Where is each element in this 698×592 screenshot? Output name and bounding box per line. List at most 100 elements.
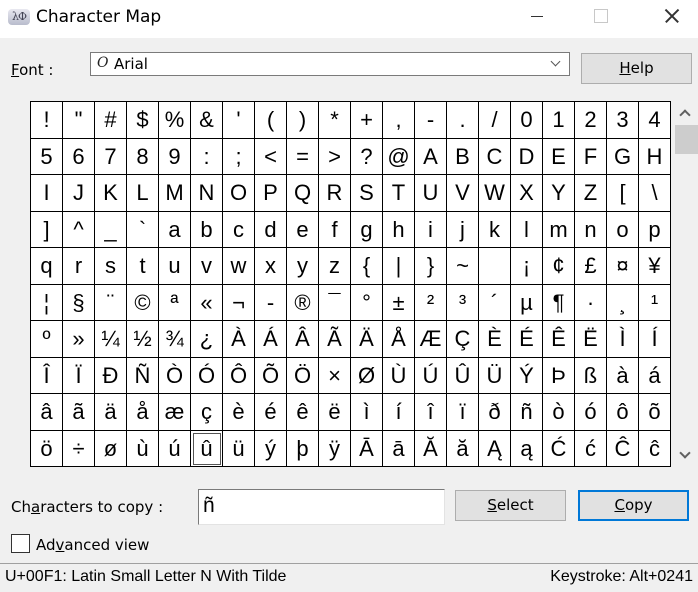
character-cell[interactable]: ¬ — [223, 284, 255, 321]
character-cell[interactable]: n — [575, 211, 607, 248]
character-cell[interactable]: # — [95, 102, 127, 139]
character-cell[interactable]: ! — [31, 102, 63, 139]
character-cell[interactable]: G — [607, 138, 639, 175]
character-cell[interactable]: + — [351, 102, 383, 139]
character-cell[interactable]: \ — [639, 175, 671, 212]
character-cell[interactable]: e — [287, 211, 319, 248]
character-cell[interactable]: U — [415, 175, 447, 212]
character-cell[interactable]: f — [319, 211, 351, 248]
character-cell[interactable]: m — [543, 211, 575, 248]
character-cell[interactable]: ^ — [63, 211, 95, 248]
character-cell[interactable]: « — [191, 284, 223, 321]
character-cell[interactable]: ¢ — [543, 248, 575, 285]
character-cell[interactable]: ³ — [447, 284, 479, 321]
character-cell[interactable]: Ï — [63, 357, 95, 394]
character-cell[interactable]: = — [287, 138, 319, 175]
character-cell[interactable]: I — [31, 175, 63, 212]
character-cell[interactable]: ø — [95, 430, 127, 467]
character-cell[interactable]: à — [607, 357, 639, 394]
character-cell[interactable]: p — [639, 211, 671, 248]
character-cell[interactable]: Ô — [223, 357, 255, 394]
character-cell[interactable]: © — [127, 284, 159, 321]
character-cell[interactable]: Á — [255, 321, 287, 358]
character-cell[interactable]: ç — [191, 394, 223, 431]
character-cell[interactable]: z — [319, 248, 351, 285]
character-cell[interactable]: ó — [575, 394, 607, 431]
character-cell[interactable]: Ê — [543, 321, 575, 358]
character-cell[interactable]: j — [447, 211, 479, 248]
character-cell[interactable]: ¹ — [639, 284, 671, 321]
character-cell[interactable]: @ — [383, 138, 415, 175]
character-cell[interactable]: î — [415, 394, 447, 431]
character-cell[interactable]: ñ — [511, 394, 543, 431]
character-cell[interactable]: ´ — [479, 284, 511, 321]
character-cell[interactable]: _ — [95, 211, 127, 248]
character-cell[interactable]: ă — [447, 430, 479, 467]
character-cell[interactable]: q — [31, 248, 63, 285]
character-cell[interactable]: y — [287, 248, 319, 285]
character-cell[interactable]: ¼ — [95, 321, 127, 358]
character-cell[interactable]: ¥ — [639, 248, 671, 285]
character-cell[interactable]: ô — [607, 394, 639, 431]
character-cell[interactable]: | — [383, 248, 415, 285]
character-cell[interactable]: Ë — [575, 321, 607, 358]
character-cell[interactable]: Q — [287, 175, 319, 212]
character-cell[interactable]: k — [479, 211, 511, 248]
character-cell[interactable]: L — [127, 175, 159, 212]
character-cell[interactable]: H — [639, 138, 671, 175]
character-cell[interactable]: ¡ — [511, 248, 543, 285]
select-button[interactable]: Select — [455, 490, 566, 521]
character-cell[interactable]: Ú — [415, 357, 447, 394]
character-cell[interactable]: ć — [575, 430, 607, 467]
character-cell[interactable]: § — [63, 284, 95, 321]
character-cell[interactable]: < — [255, 138, 287, 175]
character-cell[interactable]: È — [479, 321, 511, 358]
character-cell[interactable]: N — [191, 175, 223, 212]
character-cell[interactable]: ã — [63, 394, 95, 431]
character-cell[interactable]: þ — [287, 430, 319, 467]
character-cell[interactable]: Å — [383, 321, 415, 358]
character-cell[interactable]: 0 — [511, 102, 543, 139]
character-cell[interactable]: ) — [287, 102, 319, 139]
characters-to-copy-input[interactable]: ñ — [198, 489, 445, 525]
character-grid[interactable]: ! " # $% & '() * +, -./0 1 2 3 4 5 6 7 8 9:; < = >? @ A B C D E F G H… — [30, 101, 671, 467]
character-cell[interactable]: x — [255, 248, 287, 285]
character-cell[interactable]: ð — [479, 394, 511, 431]
character-cell[interactable]: µ — [511, 284, 543, 321]
character-cell[interactable]: " — [63, 102, 95, 139]
character-cell[interactable]: . — [447, 102, 479, 139]
character-cell[interactable]: Ñ — [127, 357, 159, 394]
character-cell[interactable]: M — [159, 175, 191, 212]
character-cell[interactable]: Î — [31, 357, 63, 394]
character-cell[interactable]: K — [95, 175, 127, 212]
copy-button[interactable]: Copy — [578, 490, 689, 521]
character-cell[interactable]: - — [415, 102, 447, 139]
character-cell[interactable]: 5 — [31, 138, 63, 175]
character-cell[interactable]: Û — [447, 357, 479, 394]
character-cell[interactable]: ë — [319, 394, 351, 431]
character-cell[interactable]: Õ — [255, 357, 287, 394]
character-cell[interactable]: ² — [415, 284, 447, 321]
character-cell[interactable]: í — [383, 394, 415, 431]
character-cell[interactable]: ¤ — [607, 248, 639, 285]
character-cell[interactable]: E — [543, 138, 575, 175]
character-cell[interactable]: T — [383, 175, 415, 212]
character-cell[interactable]: / — [479, 102, 511, 139]
character-cell[interactable]: â — [31, 394, 63, 431]
character-cell[interactable]: ] — [31, 211, 63, 248]
character-cell[interactable]: P — [255, 175, 287, 212]
character-cell[interactable]: ® — [287, 284, 319, 321]
character-cell[interactable]: Ą — [479, 430, 511, 467]
character-cell[interactable]: J — [63, 175, 95, 212]
character-cell[interactable]: · — [575, 284, 607, 321]
character-cell[interactable]: { — [351, 248, 383, 285]
character-cell[interactable]: ½ — [127, 321, 159, 358]
character-cell[interactable]: W — [479, 175, 511, 212]
character-cell[interactable]: ° — [351, 284, 383, 321]
help-button[interactable]: Help — [581, 53, 692, 84]
character-cell[interactable]: Ä — [351, 321, 383, 358]
character-cell[interactable]: ± — [383, 284, 415, 321]
advanced-view-label[interactable]: Advanced view — [36, 536, 149, 554]
character-cell[interactable]: ý — [255, 430, 287, 467]
character-cell[interactable]: F — [575, 138, 607, 175]
